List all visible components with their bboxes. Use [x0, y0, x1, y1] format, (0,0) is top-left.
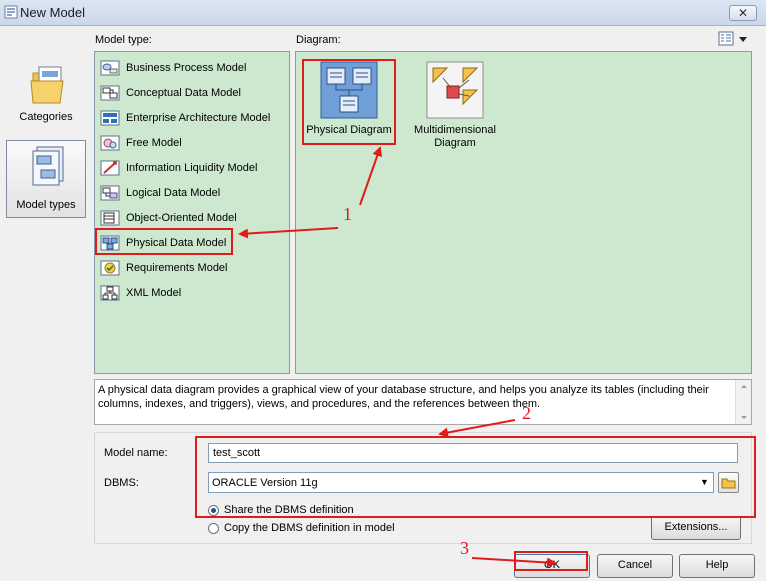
- model-item-label: Requirements Model: [126, 262, 228, 274]
- model-type-label: Model type:: [95, 34, 152, 46]
- xml-model-icon: [100, 285, 120, 301]
- model-item-label: Logical Data Model: [126, 187, 221, 199]
- annotation-step-2: 2: [522, 403, 531, 423]
- window-title: New Model: [20, 5, 86, 20]
- diagram-item-label: Multidimensional Diagram: [414, 124, 496, 149]
- radio-unselected-icon: [208, 523, 219, 534]
- annotation-step-3: 3: [460, 538, 469, 558]
- multidimensional-diagram-icon: [426, 61, 484, 119]
- radio-share-label: Share the DBMS definition: [224, 504, 354, 516]
- model-item-label: Free Model: [126, 137, 182, 149]
- ok-button[interactable]: OK: [514, 554, 590, 578]
- model-item-label: Conceptual Data Model: [126, 87, 241, 99]
- model-item-xml[interactable]: XML Model: [98, 283, 288, 303]
- business-process-model-icon: [100, 60, 120, 76]
- model-types-icon: [32, 146, 64, 186]
- description-text: A physical data diagram provides a graph…: [94, 379, 752, 425]
- diagram-item-label: Physical Diagram: [306, 124, 392, 136]
- model-item-label: Information Liquidity Model: [126, 162, 258, 174]
- app-icon: [4, 5, 18, 19]
- close-button[interactable]: ✕: [729, 5, 757, 21]
- extensions-button[interactable]: Extensions...: [651, 516, 741, 540]
- diagram-item-physical[interactable]: Physical Diagram: [304, 58, 394, 142]
- folder-icon: [721, 478, 736, 489]
- information-liquidity-model-icon: [100, 160, 120, 176]
- categories-folder-icon: [30, 66, 64, 104]
- free-model-icon: [100, 135, 120, 151]
- diagram-area[interactable]: Physical Diagram Multidimensional Diagra…: [295, 51, 752, 374]
- enterprise-architecture-model-icon: [100, 110, 120, 126]
- description-scrollbar[interactable]: [735, 380, 751, 424]
- model-item-information-liquidity[interactable]: Information Liquidity Model: [98, 158, 288, 178]
- conceptual-data-model-icon: [100, 85, 120, 101]
- scroll-arrows-icon: [741, 385, 747, 419]
- chevron-down-icon[interactable]: ▼: [697, 474, 712, 491]
- model-item-label: Enterprise Architecture Model: [126, 112, 271, 124]
- cancel-button[interactable]: Cancel: [597, 554, 673, 578]
- model-item-label: Business Process Model: [126, 62, 247, 74]
- model-item-requirements[interactable]: Requirements Model: [98, 258, 288, 278]
- model-item-business-process[interactable]: Business Process Model: [98, 58, 288, 78]
- model-item-free[interactable]: Free Model: [98, 133, 288, 153]
- dbms-browse-button[interactable]: [718, 472, 739, 493]
- radio-selected-icon: [208, 505, 219, 516]
- model-name-input[interactable]: test_scott: [208, 443, 738, 463]
- categories-label: Categories: [19, 111, 73, 123]
- model-item-label: Physical Data Model: [126, 237, 227, 249]
- model-types-label: Model types: [16, 199, 76, 211]
- model-item-label: XML Model: [126, 287, 182, 299]
- annotation-step-1: 1: [343, 204, 352, 224]
- physical-data-model-icon: [100, 235, 120, 251]
- model-name-label: Model name:: [104, 447, 168, 459]
- close-icon: ✕: [737, 6, 749, 20]
- model-item-conceptual-data[interactable]: Conceptual Data Model: [98, 83, 288, 103]
- radio-copy-label: Copy the DBMS definition in model: [224, 522, 395, 534]
- view-mode-icon[interactable]: [718, 31, 750, 47]
- model-item-label: Object-Oriented Model: [126, 212, 237, 224]
- logical-data-model-icon: [100, 185, 120, 201]
- dbms-selected-value: ORACLE Version 11g: [212, 477, 318, 489]
- model-item-logical-data[interactable]: Logical Data Model: [98, 183, 288, 203]
- help-button[interactable]: Help: [679, 554, 755, 578]
- model-type-list[interactable]: Business Process Model Conceptual Data M…: [94, 51, 290, 374]
- model-item-object-oriented[interactable]: Object-Oriented Model: [98, 208, 288, 228]
- dbms-select[interactable]: ORACLE Version 11g: [208, 472, 714, 493]
- title-bar[interactable]: New Model ✕: [0, 0, 766, 26]
- categories-button[interactable]: Categories: [6, 58, 86, 128]
- physical-diagram-icon: [320, 61, 378, 119]
- model-item-enterprise-architecture[interactable]: Enterprise Architecture Model: [98, 108, 288, 128]
- diagram-item-multidimensional[interactable]: Multidimensional Diagram: [408, 58, 502, 152]
- model-types-button[interactable]: Model types: [6, 140, 86, 218]
- requirements-model-icon: [100, 260, 120, 276]
- object-oriented-model-icon: [100, 210, 120, 226]
- model-item-physical-data[interactable]: Physical Data Model: [98, 233, 288, 253]
- dbms-label: DBMS:: [104, 477, 139, 489]
- diagram-label: Diagram:: [296, 34, 341, 46]
